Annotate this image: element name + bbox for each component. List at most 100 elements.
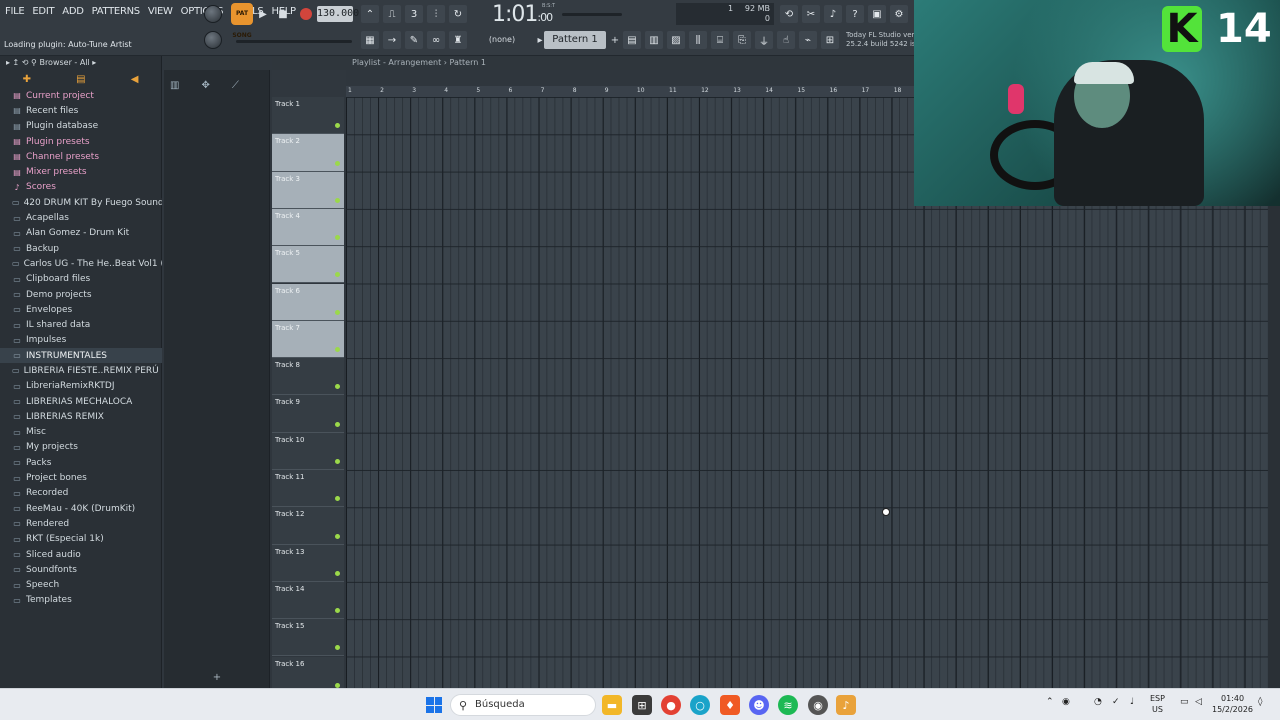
master-volume-knob[interactable] [204, 5, 222, 23]
browser-item[interactable]: ▭ Impulses [0, 333, 162, 348]
browser-item[interactable]: ▭ Packs [0, 455, 162, 470]
brave-icon[interactable]: ♦ [720, 695, 740, 715]
browser-item[interactable]: ▭ IL shared data [0, 317, 162, 332]
piano-roll-icon[interactable]: ▦ [361, 31, 379, 49]
system-clock[interactable]: 01:40 15/2/2026 [1212, 693, 1253, 715]
browser-item[interactable]: ▭ Recorded [0, 486, 162, 501]
browser-item[interactable]: ▭ ReeMau - 40K (DrumKit) [0, 501, 162, 516]
menu-item-add[interactable]: ADD [61, 6, 84, 17]
main-pitch-slider[interactable] [236, 40, 352, 43]
browser-item[interactable]: ▭ Soundfonts [0, 562, 162, 577]
browser-item[interactable]: ▭LIBRERIA FIESTE..REMIX PERÚ 2021 [0, 363, 162, 378]
browser-item[interactable]: ▭ LibreriaRemixRKTDJ [0, 379, 162, 394]
step-edit-icon[interactable]: ⫶ [427, 5, 445, 23]
track-mute-icon[interactable] [335, 384, 340, 390]
loop-record-icon[interactable]: ↻ [449, 5, 467, 23]
track-mute-icon[interactable] [335, 421, 340, 427]
browser-item[interactable]: ▭ Backup [0, 241, 162, 256]
piano-roll-view-icon[interactable]: ▥ [645, 31, 663, 49]
plugin-picker-icon[interactable]: ⎘ [733, 31, 751, 49]
browser-item[interactable]: ▭ Clipboard files [0, 272, 162, 287]
track-header[interactable]: Track 11 [272, 470, 344, 508]
track-mute-icon[interactable] [335, 347, 340, 353]
track-header[interactable]: Track 14 [272, 581, 344, 620]
pattern-add-icon[interactable]: + [606, 31, 624, 49]
track-header[interactable]: Track 4 [272, 208, 344, 247]
master-pitch-knob[interactable] [204, 31, 222, 49]
settings-icon[interactable]: ⚙ [890, 5, 908, 23]
browser-item[interactable]: ▭420 DRUM KIT By Fuego Sounds Mx [0, 195, 162, 210]
browser-speaker-icon[interactable]: ◀ [131, 74, 139, 85]
browser-item[interactable]: ▤ Recent files [0, 103, 162, 118]
track-mute-icon[interactable] [335, 160, 340, 166]
mic-icon[interactable]: ♪ [824, 5, 842, 23]
track-mute-icon[interactable] [335, 123, 340, 129]
obs-icon[interactable]: ◉ [808, 695, 828, 715]
tray-mic-icon[interactable]: ♩ [1130, 697, 1134, 707]
browser-item[interactable]: ▭ Sliced audio [0, 547, 162, 562]
browser-header[interactable]: ▸ ↥ ⟲ ⚲ Browser - All ▸ [0, 56, 161, 70]
pat-song-toggle[interactable]: PAT SONG [231, 3, 253, 39]
track-mute-icon[interactable] [335, 272, 340, 278]
menu-item-edit[interactable]: EDIT [31, 6, 55, 17]
cart-icon[interactable]: ⊞ [821, 31, 839, 49]
stamp-icon[interactable]: ♜ [449, 31, 467, 49]
stop-icon[interactable]: ■ [274, 5, 292, 23]
tray-app-icon[interactable]: ◉ [1062, 697, 1070, 707]
notifications-icon[interactable]: ◊ [1258, 697, 1262, 707]
track-mute-icon[interactable] [335, 533, 340, 539]
browser-item[interactable]: ▤ Current project [0, 88, 162, 103]
mixer-icon[interactable]: ⫼ [689, 31, 707, 49]
plug-icon[interactable]: ⏚ [755, 31, 773, 49]
track-header[interactable]: Track 8 [272, 358, 344, 396]
undo-icon[interactable]: ⟲ [780, 5, 798, 23]
browser-item[interactable]: ▭ Templates [0, 593, 162, 608]
browser-item[interactable]: ▭ Rendered [0, 516, 162, 531]
fl-studio-taskbar-icon[interactable]: ♪ [836, 695, 856, 715]
spotify-icon[interactable]: ≋ [778, 695, 798, 715]
move-icon[interactable]: ✥ [201, 80, 209, 91]
track-header[interactable]: Track 6 [272, 283, 344, 321]
browser-item[interactable]: ▭ INSTRUMENTALES [0, 348, 162, 364]
menu-item-view[interactable]: VIEW [147, 6, 174, 17]
add-track-icon[interactable]: + [164, 672, 270, 686]
arrow-icon[interactable]: → [383, 31, 401, 49]
pattern-selector[interactable]: Pattern 1 [544, 31, 606, 49]
store-icon[interactable]: ⊞ [632, 695, 652, 715]
chrome-icon[interactable]: ● [661, 695, 681, 715]
wait-input-icon[interactable]: ⎍ [383, 5, 401, 23]
tray-update-icon[interactable]: ✓ [1112, 697, 1120, 707]
browser-icon[interactable]: ⌸ [711, 31, 729, 49]
menu-item-file[interactable]: FILE [4, 6, 25, 17]
channel-rack-icon[interactable]: ▨ [667, 31, 685, 49]
track-mute-icon[interactable] [335, 645, 340, 651]
track-header[interactable]: Track 15 [272, 619, 344, 657]
snap-selector[interactable]: (none) [478, 33, 526, 47]
link-icon[interactable]: ∞ [427, 31, 445, 49]
track-mute-icon[interactable] [335, 235, 340, 241]
pencil-icon[interactable]: ✎ [405, 31, 423, 49]
track-header[interactable]: Track 12 [272, 507, 344, 545]
version-notice[interactable]: Today FL Studio version 25.2.4 build 524… [846, 31, 914, 49]
browser-item[interactable]: ▭ LIBRERIAS REMIX [0, 409, 162, 424]
browser-item[interactable]: ▭ Envelopes [0, 302, 162, 317]
track-header[interactable]: Track 9 [272, 395, 344, 433]
language-indicator[interactable]: ESP US [1150, 693, 1165, 715]
browser-item[interactable]: ▭Carlos UG - The He..Beat Vol1 (Free) [0, 256, 162, 271]
play-icon[interactable]: ▶ [254, 5, 272, 23]
track-header[interactable]: Track 1 [272, 97, 344, 135]
track-header[interactable]: Track 3 [272, 171, 344, 209]
track-header[interactable]: Track 10 [272, 432, 344, 470]
browser-item[interactable]: ▤ Mixer presets [0, 164, 162, 179]
main-volume-slider[interactable] [562, 13, 622, 16]
browser-item[interactable]: ▭ Demo projects [0, 287, 162, 302]
browser-item[interactable]: ▤ Plugin database [0, 119, 162, 134]
track-mute-icon[interactable] [335, 458, 340, 464]
browser-item[interactable]: ▭ Acapellas [0, 210, 162, 225]
browser-item[interactable]: ▭ Speech [0, 578, 162, 593]
save-icon[interactable]: ▣ [868, 5, 886, 23]
edit-icon[interactable]: ⟋ [232, 80, 239, 91]
tray-volume-icon[interactable]: ◁ [1195, 697, 1202, 707]
tray-wifi-icon[interactable]: ◔ [1094, 697, 1102, 707]
countdown-icon[interactable]: 3 [405, 5, 423, 23]
